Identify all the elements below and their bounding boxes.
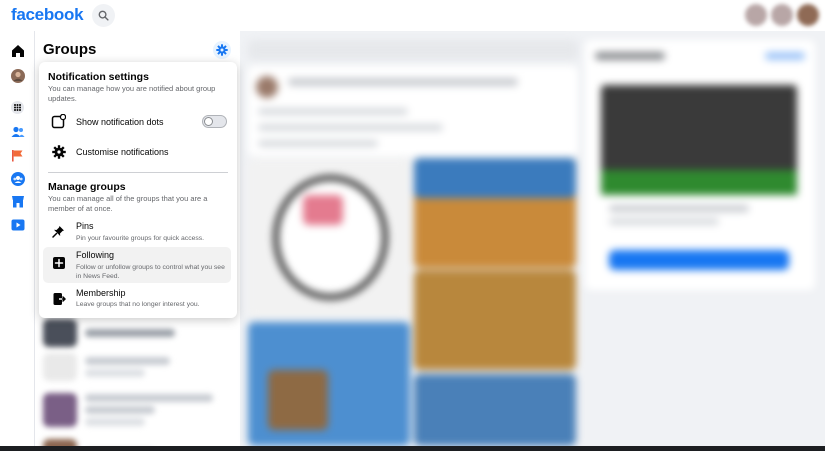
apps-grid-icon[interactable]: [10, 100, 25, 115]
pages-flag-icon[interactable]: [10, 148, 25, 163]
pins-description: Pin your favourite groups for quick acce…: [76, 235, 205, 242]
leave-group-icon: [50, 290, 67, 307]
membership-label: Membership: [76, 288, 126, 298]
gear-icon: [216, 44, 228, 56]
notification-settings-title: Notification settings: [48, 71, 149, 83]
right-column-background: [585, 40, 815, 290]
following-description: Follow or unfollow groups to control wha…: [76, 264, 225, 280]
menu-divider: [48, 172, 228, 173]
sidebar-title: Groups: [43, 41, 97, 58]
messenger-icon[interactable]: [771, 4, 793, 26]
marketplace-icon[interactable]: [10, 194, 25, 209]
facebook-logo[interactable]: facebook: [11, 5, 84, 25]
search-icon: [98, 10, 109, 21]
window-bottom-edge: [0, 446, 825, 451]
pins-label: Pins: [76, 221, 94, 231]
account-avatar[interactable]: [797, 4, 819, 26]
account-controls: [745, 4, 819, 26]
group-list-item[interactable]: [43, 353, 170, 381]
left-icon-rail: [0, 31, 35, 451]
customise-notifications-label: Customise notifications: [76, 147, 169, 157]
group-feed-background: [248, 40, 578, 446]
manage-groups-description: You can manage all of the groups that yo…: [48, 194, 208, 213]
profile-avatar[interactable]: [10, 68, 25, 83]
groups-icon[interactable]: [10, 171, 25, 186]
home-icon[interactable]: [10, 43, 25, 58]
group-list-item[interactable]: [43, 393, 213, 427]
top-navigation-bar: facebook: [0, 0, 825, 31]
manage-groups-title: Manage groups: [48, 181, 126, 193]
notification-settings-description: You can manage how you are notified abou…: [48, 84, 216, 103]
watch-icon[interactable]: [10, 217, 25, 232]
membership-description: Leave groups that no longer interest you…: [76, 301, 200, 308]
settings-cog-icon: [50, 143, 67, 160]
following-label: Following: [76, 250, 115, 260]
following-icon: [50, 254, 67, 271]
show-notification-dots-label: Show notification dots: [76, 117, 164, 127]
friends-icon[interactable]: [10, 124, 25, 139]
groups-settings-button[interactable]: [213, 41, 231, 59]
search-button[interactable]: [92, 4, 115, 27]
group-list-item[interactable]: [43, 319, 175, 347]
notifications-icon[interactable]: [745, 4, 767, 26]
notification-dot-icon: [50, 113, 67, 130]
group-settings-menu: Notification settings You can manage how…: [39, 62, 237, 318]
notification-dots-toggle[interactable]: [202, 115, 227, 128]
pin-icon: [50, 223, 67, 240]
